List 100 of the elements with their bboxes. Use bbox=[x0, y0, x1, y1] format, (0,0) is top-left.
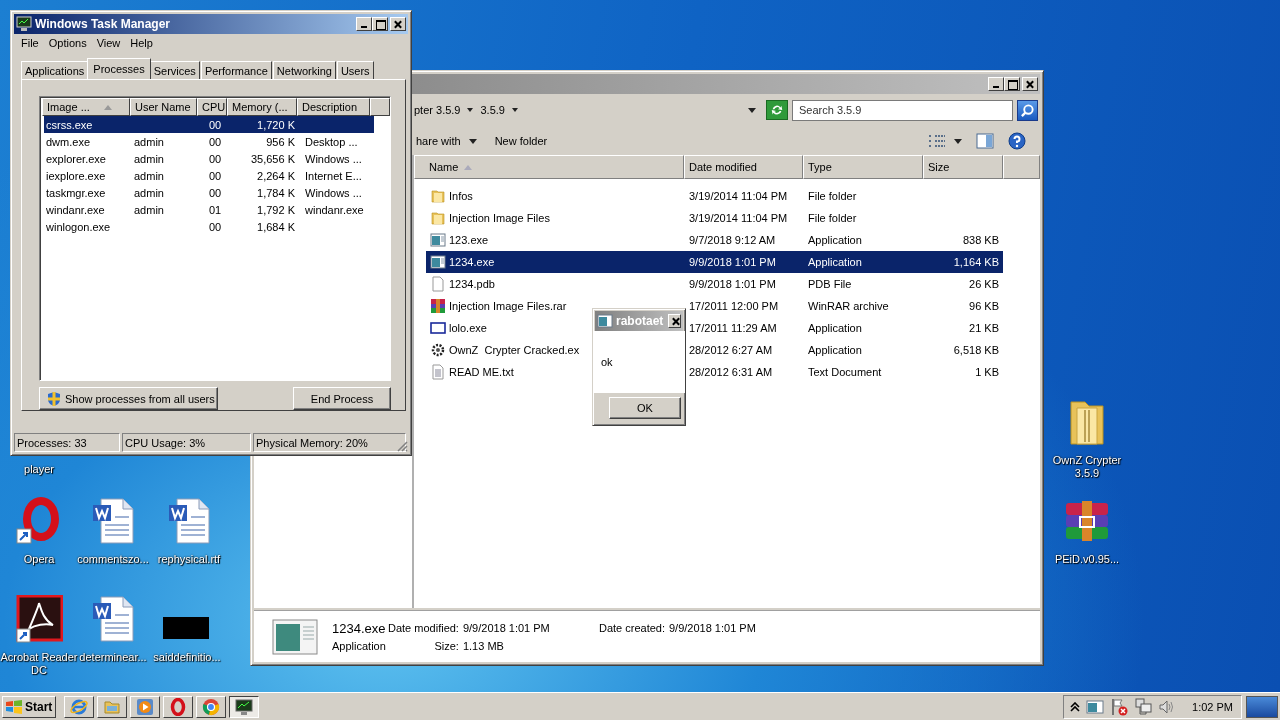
file-name[interactable]: Infos bbox=[449, 190, 473, 202]
column-header[interactable]: Name bbox=[414, 155, 684, 179]
refresh-button[interactable] bbox=[766, 100, 788, 120]
file-name[interactable]: 1234.pdb bbox=[449, 278, 495, 290]
tab[interactable]: Performance bbox=[200, 61, 272, 79]
application-icon[interactable] bbox=[1086, 697, 1105, 716]
help-icon[interactable] bbox=[1008, 132, 1026, 150]
shield-icon bbox=[46, 390, 62, 407]
ok-button[interactable]: OK bbox=[609, 397, 681, 419]
desktop-icon-label[interactable]: OwnZ Crypter 3.5.9 bbox=[1048, 454, 1126, 480]
file-size: 6,518 KB bbox=[952, 344, 1000, 356]
window-title: rabotaet bbox=[616, 314, 664, 328]
table-cell-text: winlogon.exe bbox=[45, 220, 112, 233]
file-type: File folder bbox=[807, 212, 858, 224]
taskbar-button[interactable] bbox=[229, 695, 259, 718]
date-modified: 3/19/2014 11:04 PM bbox=[688, 190, 789, 202]
archive-icon bbox=[430, 298, 446, 314]
file-type: Application bbox=[807, 234, 863, 246]
new-folder-button[interactable]: New folder bbox=[492, 135, 550, 147]
table-cell-text: windanr.exe bbox=[304, 203, 365, 216]
column-header[interactable]: Date modified bbox=[684, 155, 803, 179]
menu-item[interactable]: Help bbox=[127, 37, 160, 49]
clock[interactable]: 1:02 PM bbox=[1192, 700, 1233, 713]
file-name: 1234.exe bbox=[332, 620, 387, 636]
file-name[interactable]: READ ME.txt bbox=[449, 366, 514, 378]
desktop-icon-label[interactable]: player bbox=[24, 463, 54, 476]
detail-label: Date modified: bbox=[388, 622, 460, 634]
view-options-icon[interactable] bbox=[928, 133, 946, 149]
preview-pane-icon[interactable] bbox=[976, 133, 994, 149]
table-cell-text: 956 K bbox=[265, 135, 296, 148]
column-header[interactable]: Type bbox=[803, 155, 923, 179]
desktop-icon-label[interactable]: PEiD.v0.95... bbox=[1054, 553, 1120, 566]
file-name[interactable]: Injection Image Files bbox=[449, 212, 550, 224]
process-row[interactable]: dwm.exe admin 00 956 K Desktop ... bbox=[44, 133, 374, 150]
process-row[interactable]: winlogon.exe 00 1,684 K bbox=[44, 218, 374, 235]
pdf-icon[interactable] bbox=[15, 595, 63, 643]
table-cell-text: admin bbox=[133, 186, 165, 199]
file-size: 838 KB bbox=[961, 234, 1000, 246]
table-cell-text: 1,792 K bbox=[256, 203, 296, 216]
table-cell-text: 2,264 K bbox=[256, 169, 296, 182]
flag-error-icon[interactable] bbox=[1110, 697, 1129, 716]
column-header[interactable]: Size bbox=[923, 155, 1003, 179]
network-icon[interactable] bbox=[1134, 697, 1153, 716]
menu-item[interactable]: View bbox=[93, 37, 128, 49]
maximize-button[interactable] bbox=[372, 17, 388, 31]
breadcrumb[interactable]: 3.5.9 bbox=[480, 104, 505, 116]
file-name[interactable]: lolo.exe bbox=[449, 322, 487, 334]
menu-item[interactable]: Options bbox=[45, 37, 94, 49]
resize-grip-icon[interactable] bbox=[396, 440, 408, 452]
date-modified: 28/2012 6:27 AM bbox=[688, 344, 774, 356]
tab[interactable]: Applications bbox=[21, 61, 89, 79]
file-name[interactable]: 1234.exe bbox=[449, 256, 495, 268]
minimize-button[interactable] bbox=[356, 17, 372, 31]
end-process-button[interactable]: End Process bbox=[293, 387, 391, 410]
table-cell-text: 00 bbox=[207, 169, 223, 182]
column-header[interactable]: User Name bbox=[130, 98, 197, 116]
breadcrumb[interactable]: pter 3.5.9 bbox=[414, 104, 461, 116]
column-header[interactable]: Description bbox=[297, 98, 370, 116]
chevron-up-icon[interactable] bbox=[1070, 701, 1081, 712]
show-all-processes-button[interactable]: Show processes from all users bbox=[39, 387, 218, 410]
process-row[interactable]: iexplore.exe admin 00 2,264 K Internet E... bbox=[44, 167, 374, 184]
file-size: 21 KB bbox=[968, 322, 1000, 334]
tab[interactable]: Networking bbox=[272, 61, 336, 79]
dropdown-arrow-icon[interactable] bbox=[466, 106, 475, 114]
dropdown-arrow-icon bbox=[468, 137, 477, 145]
table-cell-text: explorer.exe bbox=[45, 152, 107, 165]
detail-label: Size: bbox=[433, 640, 460, 652]
file-size: 1 KB bbox=[974, 366, 1000, 378]
tab[interactable]: Services bbox=[149, 61, 200, 79]
file-name[interactable]: Injection Image Files.rar bbox=[449, 300, 567, 312]
table-cell-text: 00 bbox=[207, 135, 223, 148]
table-cell-text: 35,656 K bbox=[249, 152, 296, 165]
dropdown-arrow-icon[interactable] bbox=[748, 106, 756, 114]
file-name[interactable]: OwnZ Crypter Cracked.ex bbox=[449, 344, 580, 356]
menu-item[interactable]: File bbox=[18, 37, 46, 49]
column-header[interactable]: Image ... bbox=[42, 98, 130, 116]
desktop-icon-label[interactable]: Opera bbox=[23, 553, 55, 566]
tab[interactable]: Processes bbox=[87, 58, 151, 79]
dropdown-arrow-icon[interactable] bbox=[510, 106, 519, 114]
table-cell-text: Desktop ... bbox=[304, 135, 359, 148]
search-field[interactable]: Search 3.5.9 bbox=[792, 99, 1013, 121]
status-field: Physical Memory: 20% bbox=[253, 433, 406, 452]
search-button[interactable] bbox=[1017, 99, 1038, 121]
table-cell-text: 00 bbox=[207, 186, 223, 199]
desktop-icon-label[interactable]: Acrobat Reader DC bbox=[0, 651, 78, 677]
file-name[interactable]: 123.exe bbox=[449, 234, 489, 246]
process-row[interactable]: csrss.exe 00 1,720 K bbox=[44, 116, 374, 133]
dropdown-arrow-icon[interactable] bbox=[954, 137, 962, 145]
process-row[interactable]: taskmgr.exe admin 00 1,784 K Windows ... bbox=[44, 184, 374, 201]
process-row[interactable]: windanr.exe admin 01 1,792 K windanr.exe bbox=[44, 201, 374, 218]
process-row[interactable]: explorer.exe admin 00 35,656 K Windows ... bbox=[44, 150, 374, 167]
start-button[interactable]: Start bbox=[2, 695, 56, 718]
close-button[interactable] bbox=[390, 17, 406, 31]
column-header[interactable]: Memory (... bbox=[227, 98, 297, 116]
selected-file-row[interactable]: 1234.exe 9/9/2018 1:01 PM Application 1,164 KB bbox=[426, 251, 1003, 273]
share-with-button[interactable]: hare with bbox=[414, 135, 479, 147]
tab[interactable]: Users bbox=[336, 61, 374, 79]
column-header[interactable]: CPU bbox=[197, 98, 227, 116]
refresh-icon bbox=[770, 103, 784, 117]
show-desktop-button[interactable] bbox=[1246, 695, 1278, 718]
